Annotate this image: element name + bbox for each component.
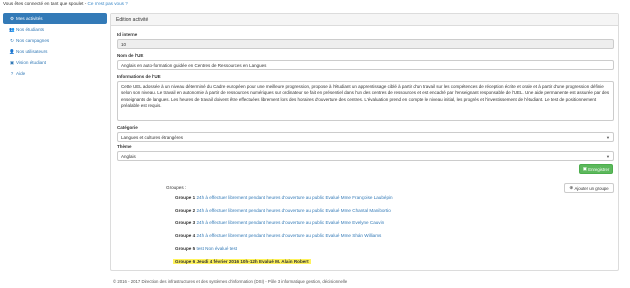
group-link[interactable]: 24h à effectuer librement pendant heures… — [196, 233, 381, 238]
footer: © 2016 - 2017 Direction des infrastructu… — [113, 279, 348, 284]
group-item: Groupe 5 test Non évalué test — [175, 246, 237, 251]
group-link[interactable]: 24h à effectuer librement pendant heures… — [196, 195, 392, 200]
help-icon: ? — [10, 71, 14, 76]
save-button-label: Enregistrer — [588, 166, 610, 172]
group-name: Groupe 2 — [175, 208, 196, 213]
sidebar-item-label: Nos étudiants — [16, 27, 45, 32]
sidebar-item-label: Vision étudiant — [16, 60, 47, 65]
id-field: 10 — [117, 39, 614, 49]
theme-value: Anglais — [121, 153, 136, 159]
group-item: Groupe 4 24h à effectuer librement penda… — [175, 233, 381, 238]
chevron-down-icon: ▼ — [606, 153, 610, 159]
users-icon: 👥 — [9, 26, 15, 32]
sidebar-item-help[interactable]: ? Aide — [3, 68, 107, 79]
login-status-text: Vous êtes connecté en tant que spoulet - — [3, 1, 88, 6]
chevron-down-icon: ▼ — [606, 134, 610, 140]
panel-title: Edition activité — [111, 14, 618, 26]
id-label: Id interne — [117, 32, 138, 37]
group-name: Groupe 3 — [175, 220, 196, 225]
category-select[interactable]: Langues et cultures étrangères ▼ — [117, 132, 614, 142]
name-label: Nom de l'UE — [117, 53, 144, 58]
edit-activity-panel: Edition activité Id interne 10 Nom de l'… — [110, 13, 619, 271]
group-link[interactable]: 24h à effectuer librement pendant heures… — [196, 220, 384, 225]
group-item: Groupe 1 24h à effectuer librement penda… — [175, 195, 393, 200]
gear-icon: ⚙ — [9, 15, 15, 21]
info-textarea[interactable]: Cette UEL adossée à un niveau déterminé … — [117, 81, 614, 121]
sidebar-item-label: Mes activités — [16, 16, 43, 21]
group-item: Groupe 2 24h à effectuer librement penda… — [175, 208, 391, 213]
login-status: Vous êtes connecté en tant que spoulet -… — [3, 1, 128, 6]
theme-select[interactable]: Anglais ▼ — [117, 151, 614, 161]
info-label: Informations de l'UE — [117, 74, 161, 79]
group-link[interactable]: test Non évalué test — [196, 246, 237, 251]
sidebar-item-activities[interactable]: ⚙ Mes activités — [3, 13, 107, 24]
group-link[interactable]: 24h à effectuer librement pendant heures… — [196, 208, 390, 213]
not-you-link[interactable]: Ce n'est pas vous ? — [88, 1, 128, 6]
sidebar: ⚙ Mes activités 👥 Nos étudiants ↻ Nos ca… — [3, 13, 107, 79]
save-icon: ▣ — [582, 166, 587, 171]
add-group-button[interactable]: ⊕ Ajouter un groupe — [564, 183, 614, 193]
user-icon: 👤 — [9, 48, 15, 54]
group-name: Groupe 4 — [175, 233, 196, 238]
group-item-highlighted: Groupe 6 Jeudi 4 février 2016 10h-12h Ev… — [173, 259, 311, 264]
sidebar-item-student-view[interactable]: ▣ Vision étudiant — [3, 57, 107, 68]
sidebar-item-students[interactable]: 👥 Nos étudiants — [3, 24, 107, 35]
group-name: Groupe 1 — [175, 195, 196, 200]
group-link[interactable]: Jeudi 4 février 2016 10h-12h Evalué M. A… — [196, 259, 308, 264]
theme-label: Thème — [117, 144, 132, 149]
sidebar-item-label: Aide — [16, 71, 26, 76]
sidebar-item-users[interactable]: 👤 Nos utilisateurs — [3, 46, 107, 57]
group-name: Groupe 5 — [175, 246, 196, 251]
groups-title: Groupes : — [166, 185, 187, 190]
name-field[interactable]: Anglais en auto-formation guidée en Cent… — [117, 60, 614, 70]
add-group-label: Ajouter un groupe — [574, 185, 609, 191]
category-value: Langues et cultures étrangères — [121, 134, 184, 140]
group-item: Groupe 3 24h à effectuer librement penda… — [175, 220, 384, 225]
sidebar-item-label: Nos campagnes — [16, 38, 50, 43]
group-name: Groupe 6 — [175, 259, 196, 264]
eye-icon: ▣ — [9, 59, 15, 65]
category-label: Catégorie — [117, 125, 138, 130]
sidebar-item-label: Nos utilisateurs — [16, 49, 48, 54]
sidebar-item-campaigns[interactable]: ↻ Nos campagnes — [3, 35, 107, 46]
plus-icon: ⊕ — [569, 185, 573, 190]
refresh-icon: ↻ — [10, 37, 14, 43]
save-button[interactable]: ▣ Enregistrer — [579, 164, 613, 174]
